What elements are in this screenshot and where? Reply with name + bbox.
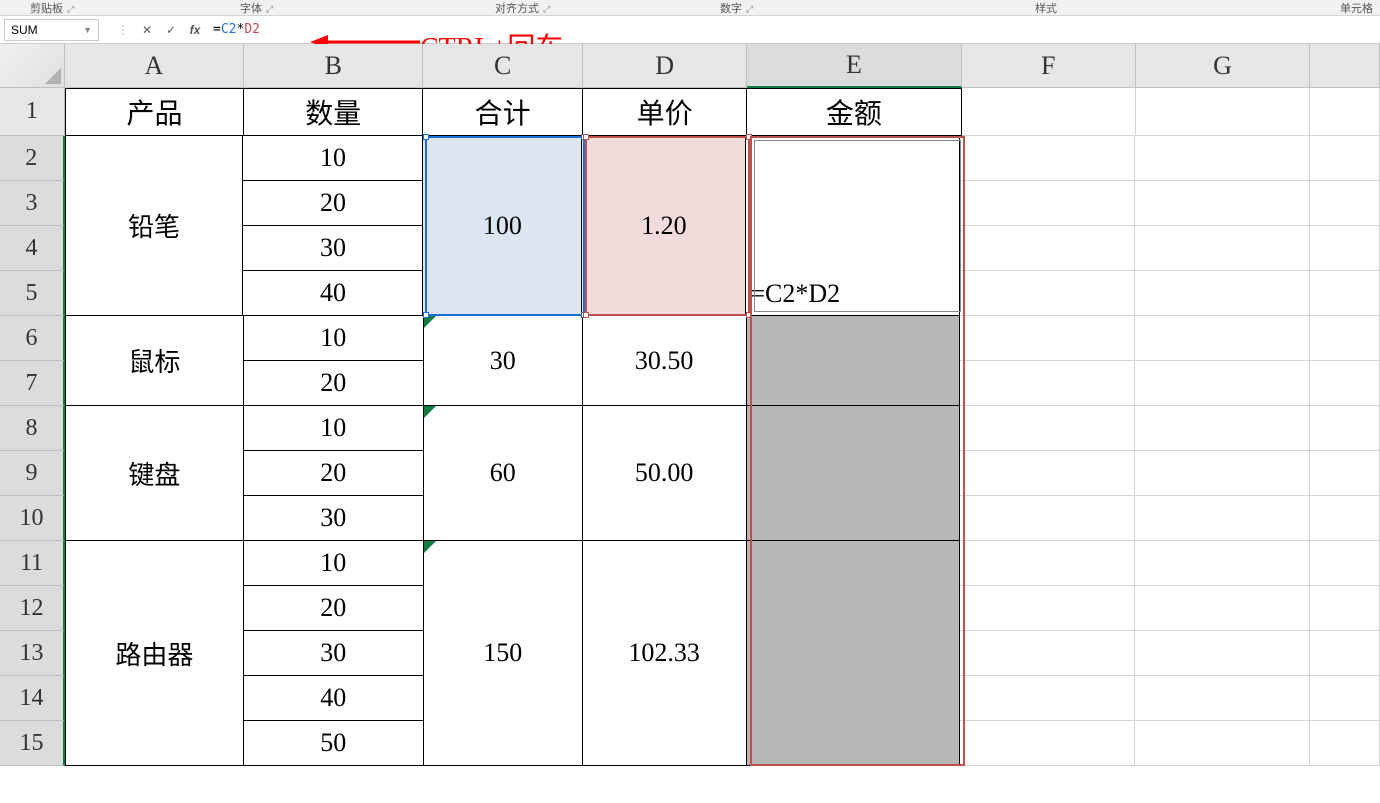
error-indicator-icon (424, 316, 436, 328)
cell-B15[interactable]: 50 (244, 721, 424, 766)
name-box[interactable]: SUM ▼ (4, 19, 99, 41)
col-header-B[interactable]: B (244, 44, 423, 88)
col-header-F[interactable]: F (962, 44, 1136, 88)
col-header-G[interactable]: G (1136, 44, 1310, 88)
select-all-corner[interactable] (0, 44, 65, 88)
cell-D6[interactable]: 30.50 (583, 316, 747, 406)
cell-E1[interactable]: 金额 (747, 88, 961, 136)
cell-B8[interactable]: 10 (244, 406, 424, 451)
cell-G4[interactable] (1135, 226, 1310, 271)
group-alignment: 对齐方式⤢ (495, 0, 550, 16)
cell-B7[interactable]: 20 (244, 361, 424, 406)
cell-F5[interactable] (960, 271, 1135, 316)
cell-A6[interactable]: 鼠标 (65, 316, 244, 406)
cell-F4[interactable] (960, 226, 1135, 271)
cell-H1[interactable] (1310, 88, 1380, 136)
formula-input[interactable]: =C2*D2 (207, 19, 1380, 41)
row-header-12[interactable]: 12 (0, 586, 65, 631)
row-header-7[interactable]: 7 (0, 361, 65, 406)
error-indicator-icon (424, 541, 436, 553)
row-header-2[interactable]: 2 (0, 136, 65, 181)
row-header-11[interactable]: 11 (0, 541, 65, 586)
cell-D11[interactable]: 102.33 (583, 541, 747, 766)
row-header-1[interactable]: 1 (0, 88, 65, 136)
row-header-10[interactable]: 10 (0, 496, 65, 541)
row-header-8[interactable]: 8 (0, 406, 65, 451)
cell-C1[interactable]: 合计 (423, 88, 582, 136)
cell-F3[interactable] (960, 181, 1135, 226)
group-font: 字体⤢ (240, 0, 273, 16)
cell-E6[interactable] (747, 316, 961, 406)
cell-C6[interactable]: 30 (424, 316, 583, 406)
row-header-5[interactable]: 5 (0, 271, 65, 316)
col-header-D[interactable]: D (583, 44, 747, 88)
cell-E2[interactable]: =C2*D2 (746, 136, 960, 316)
row-header-3[interactable]: 3 (0, 181, 65, 226)
formula-bar: SUM ▼ ⋮ ✕ ✓ fx =C2*D2 (0, 16, 1380, 44)
formula-eq: = (213, 22, 221, 37)
cell-C2[interactable]: 100 (423, 136, 582, 316)
group-cells: 单元格 (1340, 0, 1373, 16)
group-styles: 样式 (1035, 0, 1057, 16)
row-header-13[interactable]: 13 (0, 631, 65, 676)
row-header-6[interactable]: 6 (0, 316, 65, 361)
cell-E8[interactable] (747, 406, 961, 541)
cell-A11[interactable]: 路由器 (65, 541, 244, 766)
cell-E11[interactable] (747, 541, 961, 766)
cell-C11[interactable]: 150 (424, 541, 583, 766)
cell-G5[interactable] (1135, 271, 1310, 316)
cell-B9[interactable]: 20 (244, 451, 424, 496)
cell-F1[interactable] (962, 88, 1136, 136)
cell-B3[interactable]: 20 (243, 181, 423, 226)
cell-D2[interactable]: 1.20 (582, 136, 746, 316)
group-clipboard: 剪贴板⤢ (30, 0, 74, 16)
cell-A2[interactable]: 铅笔 (65, 136, 244, 316)
cell-G2[interactable] (1135, 136, 1310, 181)
row-header-14[interactable]: 14 (0, 676, 65, 721)
ribbon-group-labels: 剪贴板⤢ 字体⤢ 对齐方式⤢ 数字⤢ 样式 单元格 (0, 0, 1380, 16)
name-box-value: SUM (11, 23, 38, 37)
formula-ref-d2: D2 (244, 22, 260, 37)
cell-B6[interactable]: 10 (244, 316, 424, 361)
fx-icon[interactable]: fx (183, 23, 207, 37)
error-indicator-icon (424, 406, 436, 418)
cell-D8[interactable]: 50.00 (583, 406, 747, 541)
column-headers: A B C D E F G (0, 44, 1380, 88)
cell-G3[interactable] (1135, 181, 1310, 226)
col-header-A[interactable]: A (65, 44, 244, 88)
cell-D1[interactable]: 单价 (583, 88, 747, 136)
row-header-15[interactable]: 15 (0, 721, 65, 766)
cell-B10[interactable]: 30 (244, 496, 424, 541)
cell-B11[interactable]: 10 (244, 541, 424, 586)
col-header-C[interactable]: C (423, 44, 582, 88)
formula-op: * (236, 22, 244, 37)
col-header-H[interactable] (1310, 44, 1380, 88)
cell-C8[interactable]: 60 (424, 406, 583, 541)
cell-B13[interactable]: 30 (244, 631, 424, 676)
cell-B5[interactable]: 40 (243, 271, 423, 316)
cell-A8[interactable]: 键盘 (65, 406, 244, 541)
cell-G1[interactable] (1136, 88, 1310, 136)
cell-B2[interactable]: 10 (243, 136, 423, 181)
group-number: 数字⤢ (720, 0, 753, 16)
chevron-down-icon[interactable]: ▼ (83, 25, 92, 35)
col-header-E[interactable]: E (747, 44, 961, 88)
cancel-button[interactable]: ✕ (135, 19, 159, 41)
cell-F2[interactable] (960, 136, 1135, 181)
spreadsheet-grid[interactable]: A B C D E F G 1 产品 数量 合计 单价 金额 2 铅笔 10 2… (0, 44, 1380, 766)
cell-B14[interactable]: 40 (244, 676, 424, 721)
cell-B12[interactable]: 20 (244, 586, 424, 631)
formula-ref-c2: C2 (221, 22, 237, 37)
cell-A1[interactable]: 产品 (65, 88, 244, 136)
row-header-9[interactable]: 9 (0, 451, 65, 496)
cell-B4[interactable]: 30 (243, 226, 423, 271)
cell-B1[interactable]: 数量 (244, 88, 423, 136)
enter-button[interactable]: ✓ (159, 19, 183, 41)
insert-function-split[interactable]: ⋮ (111, 19, 135, 41)
row-header-4[interactable]: 4 (0, 226, 65, 271)
